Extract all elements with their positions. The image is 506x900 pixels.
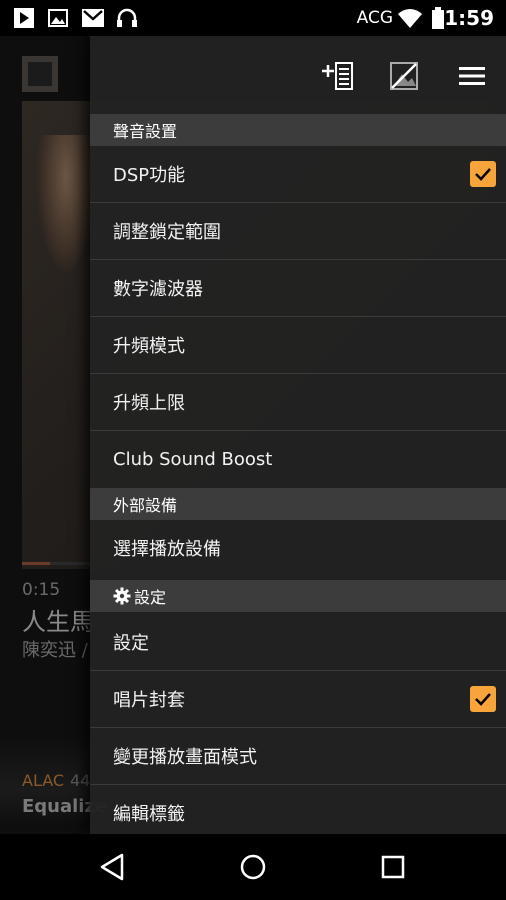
menu-item-select-device[interactable]: 選擇播放設備 <box>90 520 506 576</box>
sample-rate-label: 44 <box>70 771 91 790</box>
status-bar: ACG 1:59 <box>0 0 506 36</box>
section-external-devices: 外部設備 <box>90 488 506 520</box>
seek-bar-fill <box>22 562 51 565</box>
section-title: 聲音設置 <box>113 122 178 141</box>
recents-icon[interactable] <box>377 851 409 883</box>
menu-item-dsp[interactable]: DSP功能 <box>90 146 506 203</box>
menu-item-upsampling-limit[interactable]: 升頻上限 <box>90 374 506 431</box>
menu-item-label: 調整鎖定範圍 <box>113 222 221 243</box>
section-title: 外部設備 <box>113 496 178 515</box>
elapsed-time: 0:15 <box>22 580 61 600</box>
menu-item-label: 數字濾波器 <box>113 279 203 300</box>
headphones-icon <box>116 8 138 28</box>
section-settings: 設定 <box>90 580 506 612</box>
gear-icon <box>113 587 131 605</box>
menu-item-lock-range[interactable]: 調整鎖定範圍 <box>90 203 506 260</box>
back-icon[interactable] <box>96 851 128 883</box>
menu-item-label: 變更播放畫面模式 <box>113 747 257 768</box>
album-thumbnail[interactable] <box>22 56 58 92</box>
format-label: ALAC <box>22 771 65 790</box>
section-title-wrap: 設定 <box>113 584 166 608</box>
menu-item-album-cover[interactable]: 唱片封套 <box>90 671 506 728</box>
menu-item-label: 升頻上限 <box>113 393 185 414</box>
gmail-icon <box>82 8 104 28</box>
dsp-checkbox[interactable] <box>470 161 496 187</box>
menu-item-digital-filter[interactable]: 數字濾波器 <box>90 260 506 317</box>
section-sound-settings: 聲音設置 <box>90 114 506 146</box>
clock: 1:59 <box>444 6 494 30</box>
carrier-label: ACG <box>356 8 393 28</box>
menu-item-label: 升頻模式 <box>113 336 185 357</box>
menu-icon[interactable] <box>452 58 492 94</box>
menu-item-club-sound-boost[interactable]: Club Sound Boost <box>90 431 506 487</box>
section-title: 設定 <box>134 588 167 607</box>
check-icon <box>475 168 491 181</box>
menu-item-label: Club Sound Boost <box>113 448 273 470</box>
menu-item-label: 編輯標籤 <box>113 804 185 825</box>
home-icon[interactable] <box>237 851 269 883</box>
menu-item-edit-tags[interactable]: 編輯標籤 <box>90 785 506 841</box>
menu-item-settings[interactable]: 設定 <box>90 614 506 671</box>
menu-item-label: DSP功能 <box>113 165 186 186</box>
navigation-bar <box>0 834 506 900</box>
menu-item-label: 選擇播放設備 <box>113 539 221 560</box>
check-icon <box>475 693 491 706</box>
play-store-icon <box>14 8 34 28</box>
settings-drawer: 聲音設置 DSP功能 調整鎖定範圍 數字濾波器 升頻模式 升頻上限 Club S… <box>90 36 506 834</box>
menu-item-label: 設定 <box>113 633 149 654</box>
battery-icon <box>432 7 444 29</box>
album-cover-checkbox[interactable] <box>470 686 496 712</box>
drawer-toolbar <box>90 36 506 114</box>
no-cover-icon[interactable] <box>384 58 424 94</box>
wifi-icon <box>398 8 422 28</box>
song-title: 人生馬 <box>22 608 94 636</box>
menu-item-label: 唱片封套 <box>113 690 185 711</box>
image-icon <box>48 8 68 28</box>
add-to-playlist-icon[interactable] <box>318 58 358 94</box>
artist-name: 陳奕迅 / <box>22 640 88 661</box>
menu-item-upsampling-mode[interactable]: 升頻模式 <box>90 317 506 374</box>
menu-item-change-playback-mode[interactable]: 變更播放畫面模式 <box>90 728 506 785</box>
art-portrait <box>36 135 96 275</box>
